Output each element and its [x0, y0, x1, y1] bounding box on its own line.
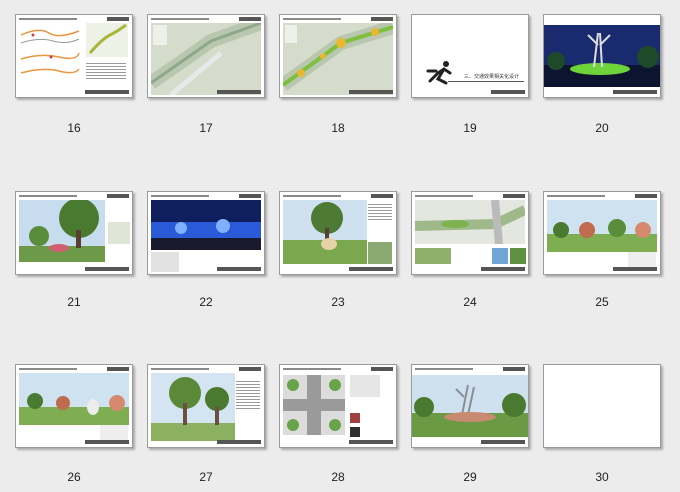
slide-number-26: 26 [67, 470, 81, 484]
description-text [86, 61, 126, 81]
photo-3 [510, 248, 526, 264]
intersection-plan [283, 375, 345, 435]
sculpture-render [283, 200, 367, 264]
detail-photo [368, 242, 392, 264]
slide-thumbnail-28[interactable] [279, 364, 397, 448]
location-inset [350, 375, 380, 397]
slide-thumbnail-19[interactable]: 三、交通效果相关化设计 [411, 14, 529, 98]
plan-inset [151, 252, 179, 272]
slide-footer [349, 267, 393, 271]
slide-thumbnail-17[interactable] [147, 14, 265, 98]
slide-number-17: 17 [199, 121, 213, 135]
slide-number-20: 20 [595, 121, 609, 135]
slide-number-18: 18 [331, 121, 345, 135]
detail-photo-2 [350, 427, 360, 437]
plan-inset [108, 222, 130, 244]
description-text [236, 379, 260, 409]
slide-thumbnail-25[interactable] [543, 191, 661, 275]
aerial-map-nodes [283, 23, 393, 95]
slide-number-22: 22 [199, 295, 213, 309]
slide-header [283, 367, 393, 371]
slide-header [283, 17, 393, 21]
slide-number-21: 21 [67, 295, 81, 309]
slide-footer [217, 440, 261, 444]
slide-thumbnail-26[interactable] [15, 364, 133, 448]
slide-number-28: 28 [331, 470, 345, 484]
slide-number-16: 16 [67, 121, 81, 135]
slide-header [151, 194, 261, 198]
slide-footer [491, 90, 525, 94]
slide-header [547, 194, 657, 198]
slide-header [283, 194, 393, 198]
slide-thumbnail-29[interactable] [411, 364, 529, 448]
slide-footer [481, 440, 525, 444]
slide-footer [613, 267, 657, 271]
slide-thumbnail-27[interactable] [147, 364, 265, 448]
section-title: 三、交通效果相关化设计 [464, 74, 520, 80]
slide-footer [217, 90, 261, 94]
slide-thumbnail-18[interactable] [279, 14, 397, 98]
slide-footer [85, 440, 129, 444]
sculpture-render [412, 375, 528, 437]
slide-header [151, 367, 261, 371]
description-text [368, 202, 392, 220]
slide-number-30: 30 [595, 470, 609, 484]
slide-thumbnail-23[interactable] [279, 191, 397, 275]
slide-number-23: 23 [331, 295, 345, 309]
location-map [86, 23, 128, 57]
detail-photo-1 [350, 413, 360, 423]
slide-footer [481, 267, 525, 271]
slide-footer [217, 267, 261, 271]
photo-1 [415, 248, 451, 264]
slide-number-25: 25 [595, 295, 609, 309]
garden-render [547, 200, 657, 252]
aerial-map [151, 23, 261, 95]
slide-header [19, 17, 129, 21]
slide-header [151, 17, 261, 21]
garden-render [19, 373, 129, 425]
tree-render [151, 373, 235, 441]
slide-header [19, 367, 129, 371]
slide-header [415, 367, 525, 371]
plan-detail [415, 200, 525, 244]
slide-thumbnail-22[interactable] [147, 191, 265, 275]
title-underline [448, 81, 524, 82]
night-render [544, 25, 660, 87]
tree-render [19, 200, 105, 262]
slide-footer [349, 90, 393, 94]
route-diagram [19, 23, 81, 83]
slide-number-19: 19 [463, 121, 477, 135]
slide-number-27: 27 [199, 470, 213, 484]
slide-header [415, 194, 525, 198]
slide-footer [85, 90, 129, 94]
slide-footer [85, 267, 129, 271]
slide-thumbnail-21[interactable] [15, 191, 133, 275]
slide-thumbnail-16[interactable] [15, 14, 133, 98]
slide-number-24: 24 [463, 295, 477, 309]
slide-footer [613, 90, 657, 94]
slide-thumbnail-24[interactable] [411, 191, 529, 275]
slide-number-29: 29 [463, 470, 477, 484]
photo-2 [492, 248, 508, 264]
slide-thumbnail-30[interactable] [543, 364, 661, 448]
slide-header [19, 194, 129, 198]
night-lighting-render [151, 200, 261, 250]
slide-footer [349, 440, 393, 444]
slide-thumbnail-20[interactable] [543, 14, 661, 98]
